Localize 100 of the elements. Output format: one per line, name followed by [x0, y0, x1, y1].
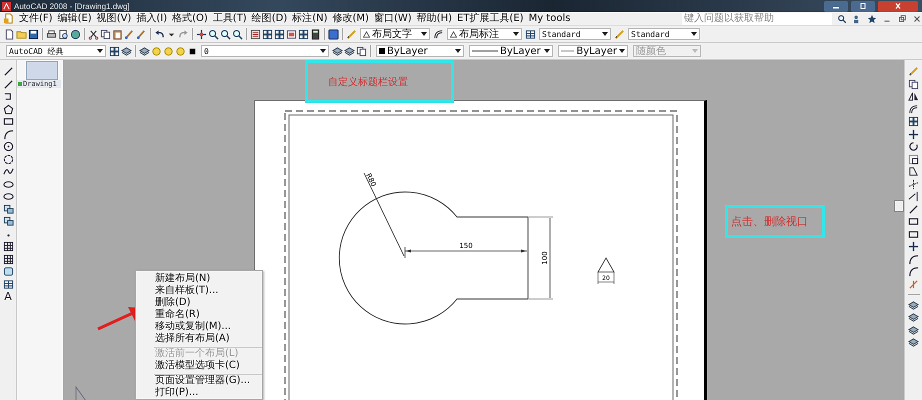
copy-icon[interactable]: [100, 28, 111, 40]
layers-icon[interactable]: [908, 337, 919, 348]
menu-item[interactable]: 插入(I): [136, 12, 168, 24]
line-icon[interactable]: [2, 78, 14, 90]
grid-icon[interactable]: [298, 28, 309, 40]
table-icon[interactable]: [2, 278, 14, 290]
context-menu-item[interactable]: 激活模型选项卡(C): [136, 360, 262, 372]
bulb-icon[interactable]: [163, 46, 174, 56]
text-tool-button[interactable]: A: [4, 291, 12, 303]
scrollbar-thumb[interactable]: [894, 200, 904, 212]
preview-icon[interactable]: [58, 28, 69, 40]
menu-item[interactable]: 视图(V): [96, 12, 132, 24]
dropdown[interactable]: 布局文字: [360, 28, 430, 40]
dropdown[interactable]: 0: [201, 45, 329, 57]
polygon-icon[interactable]: [2, 104, 14, 114]
menu-item[interactable]: 文件(F): [19, 12, 53, 24]
polyline-icon[interactable]: [2, 91, 14, 102]
properties-icon[interactable]: [250, 28, 261, 40]
line-icon[interactable]: [2, 66, 14, 77]
region-icon[interactable]: [2, 266, 14, 277]
document-icon[interactable]: [3, 13, 14, 24]
menu-item[interactable]: 标注(N): [292, 12, 328, 24]
table-icon[interactable]: [525, 28, 536, 40]
calculator-icon[interactable]: [310, 28, 321, 40]
magnifier-icon[interactable]: [220, 28, 231, 40]
move-icon[interactable]: [908, 241, 919, 252]
menu-item[interactable]: My tools: [528, 12, 570, 24]
menu-item[interactable]: 修改(M): [332, 12, 369, 24]
minimize-button[interactable]: [824, 0, 848, 12]
star-icon[interactable]: [867, 14, 877, 24]
grid-icon[interactable]: [908, 116, 919, 127]
layers-icon[interactable]: [908, 324, 919, 336]
ellipse-icon[interactable]: [2, 178, 14, 190]
undo-icon[interactable]: [154, 28, 165, 40]
dropdown[interactable]: ByLayer: [558, 45, 628, 57]
sheet-icon[interactable]: [286, 28, 297, 40]
menu-item[interactable]: 编辑(E): [58, 12, 92, 24]
copy-icon[interactable]: [356, 46, 367, 56]
menu-item[interactable]: 帮助(H): [416, 12, 452, 24]
line-icon[interactable]: [908, 204, 919, 214]
magnifier-icon[interactable]: [208, 28, 219, 40]
cloud-icon[interactable]: [2, 154, 14, 164]
move-icon[interactable]: [908, 128, 919, 140]
rect-icon[interactable]: [2, 116, 14, 127]
extend-icon[interactable]: [908, 191, 919, 202]
context-menu-item[interactable]: 来自样板(T)...: [136, 285, 262, 297]
context-menu-item[interactable]: 重命名(R): [136, 309, 262, 321]
drawing-thumbnail[interactable]: [26, 61, 58, 80]
offset-icon[interactable]: [433, 28, 444, 40]
rect-icon[interactable]: [908, 228, 919, 240]
scissors-icon[interactable]: [88, 28, 99, 40]
dropdown[interactable]: ByLayer: [469, 45, 553, 57]
hatch-icon[interactable]: [2, 254, 14, 264]
offset-icon[interactable]: [908, 104, 919, 114]
close-button[interactable]: [878, 0, 918, 12]
arc-icon[interactable]: [2, 128, 14, 140]
dropdown[interactable]: ByLayer: [376, 45, 464, 57]
dropdown[interactable]: Standard: [539, 28, 611, 40]
trim-icon[interactable]: [908, 178, 919, 190]
grid-icon[interactable]: [109, 46, 120, 56]
dropdown[interactable]: 布局标注: [447, 28, 522, 40]
layers-icon[interactable]: [332, 46, 343, 56]
block-icon[interactable]: [2, 216, 14, 227]
dropdown[interactable]: AutoCAD 经典: [6, 45, 106, 57]
ellipse-icon[interactable]: [2, 191, 14, 202]
layers-icon[interactable]: [121, 46, 132, 56]
context-menu-item[interactable]: 移动或复制(M)...: [136, 321, 262, 333]
layers-icon[interactable]: [139, 46, 150, 56]
grid-icon[interactable]: [274, 28, 285, 40]
circle-icon[interactable]: [2, 141, 14, 152]
arc-icon[interactable]: [908, 254, 919, 264]
context-menu-item[interactable]: 删除(D): [136, 297, 262, 309]
menu-item[interactable]: 绘图(D): [252, 12, 288, 24]
menu-item[interactable]: 格式(O): [172, 12, 208, 24]
scale-icon[interactable]: [908, 154, 919, 164]
block-icon[interactable]: [2, 204, 14, 214]
maximize-button[interactable]: [851, 0, 875, 12]
magnifier-icon[interactable]: [232, 28, 243, 40]
page-icon[interactable]: [4, 28, 15, 40]
menu-item[interactable]: ET扩展工具(E): [457, 12, 524, 24]
layers-icon[interactable]: [908, 312, 919, 323]
menu-item[interactable]: 工具(T): [212, 12, 247, 24]
brush-icon[interactable]: [124, 28, 135, 40]
grid-icon[interactable]: [262, 28, 273, 40]
layers-icon[interactable]: [344, 46, 355, 56]
restore-icon[interactable]: [897, 14, 907, 24]
copy-icon[interactable]: [908, 78, 919, 90]
clipboard-icon[interactable]: [112, 28, 123, 40]
globe-icon[interactable]: [70, 28, 81, 40]
close-icon[interactable]: [912, 14, 922, 24]
context-menu-item[interactable]: 新建布局(N): [136, 273, 262, 285]
search-icon[interactable]: [837, 14, 847, 24]
layers-icon[interactable]: [908, 300, 919, 310]
mirror-icon[interactable]: [908, 91, 919, 102]
spline-icon[interactable]: [2, 166, 14, 177]
hatch-icon[interactable]: [2, 241, 14, 252]
rotate-icon[interactable]: [908, 141, 919, 152]
context-menu-item[interactable]: 选择所有布局(A): [136, 333, 262, 345]
dropdown[interactable]: Standard: [628, 28, 700, 40]
stretch-icon[interactable]: [908, 166, 919, 177]
